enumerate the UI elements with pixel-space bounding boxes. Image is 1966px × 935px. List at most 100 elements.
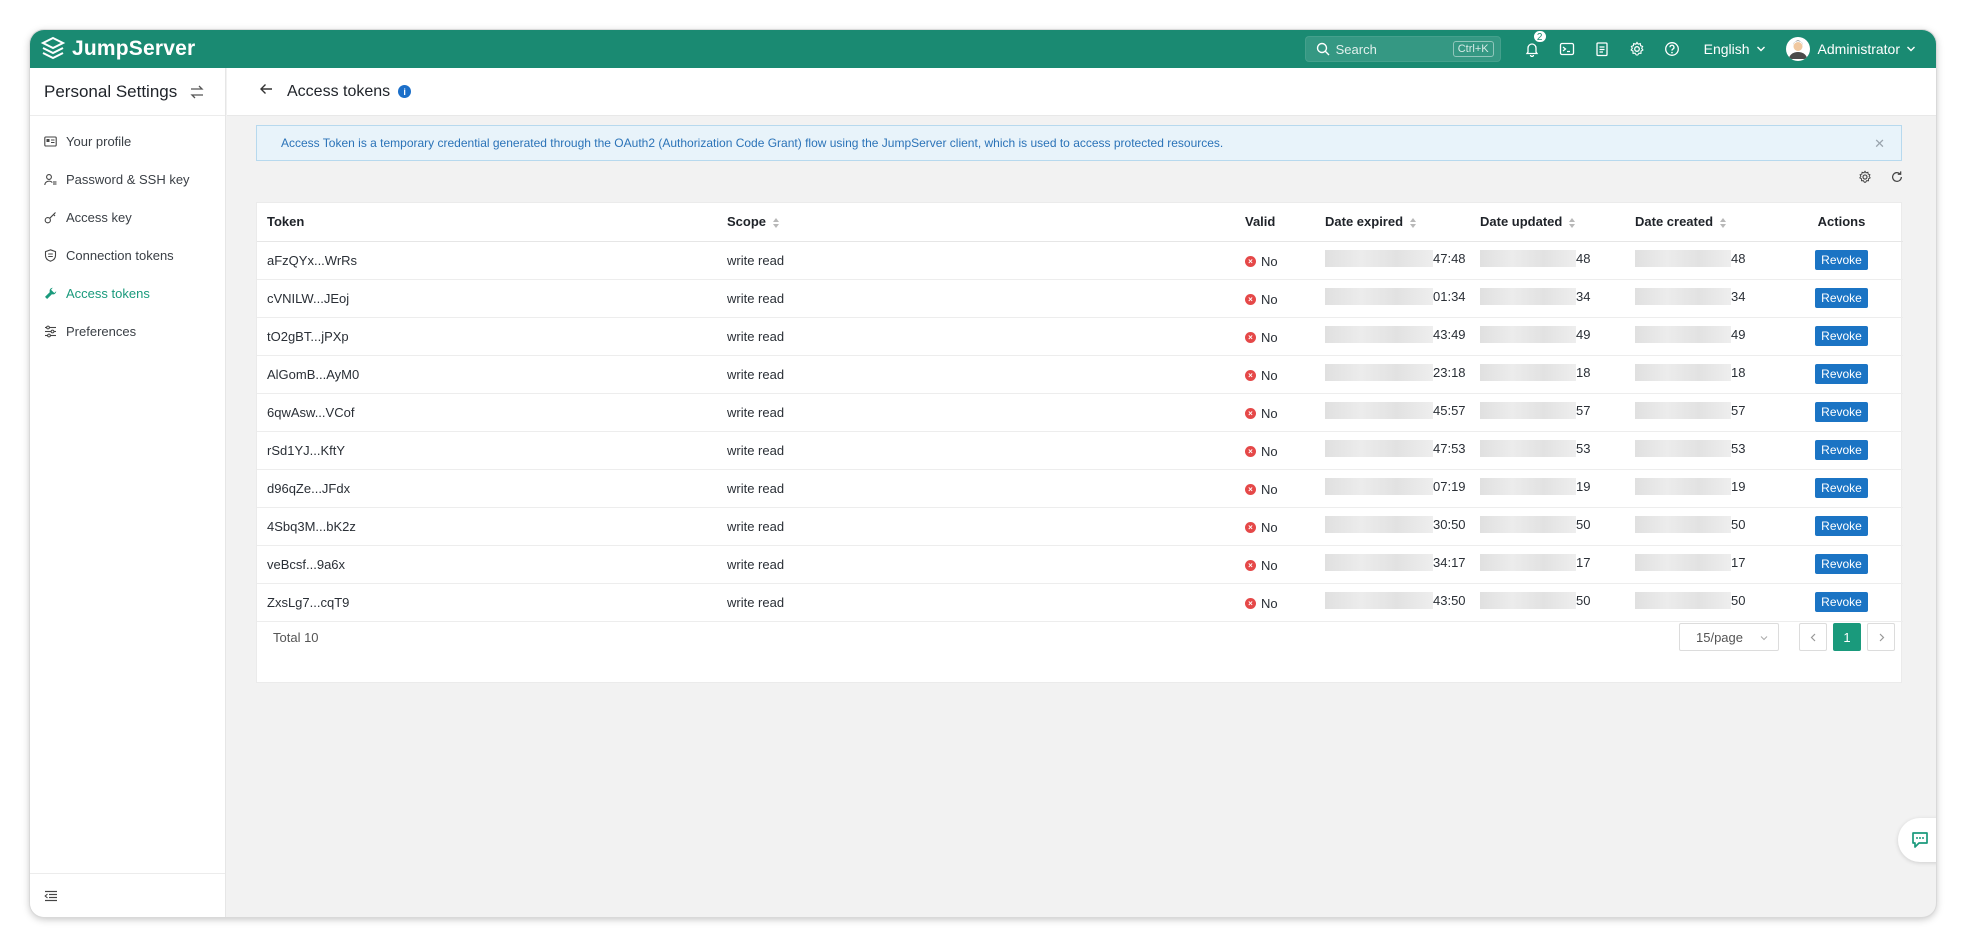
date-expired-value: 01:34 bbox=[1433, 289, 1466, 304]
info-icon[interactable]: i bbox=[398, 85, 412, 98]
token-cell: AlGomB...AyM0 bbox=[257, 355, 717, 394]
date-expired-cell: 30:50 bbox=[1315, 507, 1470, 546]
language-selector[interactable]: English bbox=[1704, 41, 1766, 57]
next-page-button[interactable] bbox=[1867, 623, 1895, 651]
settings-button[interactable] bbox=[1620, 30, 1655, 68]
column-label: Actions bbox=[1817, 214, 1866, 230]
back-button[interactable] bbox=[259, 82, 273, 101]
revoke-button[interactable]: Revoke bbox=[1815, 554, 1868, 574]
sidebar-item-preferences[interactable]: Preferences bbox=[30, 312, 225, 350]
user-menu[interactable]: Administrator bbox=[1785, 37, 1916, 61]
revoke-button[interactable]: Revoke bbox=[1815, 250, 1868, 270]
error-x-icon: × bbox=[1245, 559, 1256, 571]
token-value: AlGomB...AyM0 bbox=[267, 366, 360, 382]
revoke-button[interactable]: Revoke bbox=[1815, 326, 1868, 346]
sidebar-item-your-profile[interactable]: Your profile bbox=[30, 122, 225, 160]
column-label: Date created bbox=[1635, 214, 1714, 230]
help-button[interactable] bbox=[1655, 30, 1690, 68]
date-expired-value: 47:48 bbox=[1433, 251, 1466, 266]
revoke-button[interactable]: Revoke bbox=[1815, 364, 1868, 384]
revoke-button[interactable]: Revoke bbox=[1815, 592, 1868, 612]
date-expired-value: 07:19 bbox=[1433, 479, 1466, 494]
scope-cell: write read bbox=[717, 469, 1235, 508]
actions-cell: Revoke bbox=[1780, 279, 1903, 318]
gear-icon[interactable] bbox=[1858, 170, 1872, 184]
date-created-value: 18 bbox=[1731, 365, 1746, 380]
sliders-icon bbox=[45, 325, 56, 337]
column-header-scope[interactable]: Scope bbox=[717, 203, 1235, 242]
sidebar-item-password-ssh-key[interactable]: Password & SSH key bbox=[30, 160, 225, 198]
date-expired-cell: 45:57 bbox=[1315, 393, 1470, 432]
audit-button[interactable] bbox=[1585, 30, 1620, 68]
token-value: d96qZe...JFdx bbox=[267, 480, 351, 496]
token-cell: 6qwAsw...VCof bbox=[257, 393, 717, 432]
valid-cell: × No bbox=[1235, 545, 1315, 584]
redacted-block bbox=[1325, 592, 1433, 609]
sort-icon[interactable] bbox=[772, 217, 780, 229]
sort-icon[interactable] bbox=[1409, 217, 1417, 229]
date-expired-cell: 23:18 bbox=[1315, 355, 1470, 394]
column-header-date-created[interactable]: Date created bbox=[1625, 203, 1780, 242]
chat-assistant-button[interactable] bbox=[1898, 818, 1936, 862]
valid-cell: × No bbox=[1235, 279, 1315, 318]
date-updated-cell: 57 bbox=[1470, 393, 1625, 432]
redacted-block bbox=[1635, 288, 1731, 305]
error-x-icon: × bbox=[1245, 483, 1256, 495]
page-size-select[interactable]: 15/page bbox=[1679, 623, 1779, 651]
column-label: Date expired bbox=[1325, 214, 1404, 230]
scope-value: write read bbox=[727, 366, 785, 382]
redacted-block bbox=[1325, 250, 1433, 267]
sort-icon[interactable] bbox=[1719, 217, 1727, 229]
revoke-button[interactable]: Revoke bbox=[1815, 440, 1868, 460]
error-x-icon: × bbox=[1245, 369, 1256, 381]
date-updated-cell: 34 bbox=[1470, 279, 1625, 318]
actions-cell: Revoke bbox=[1780, 507, 1903, 546]
redacted-block bbox=[1480, 364, 1576, 381]
terminal-button[interactable] bbox=[1550, 30, 1585, 68]
brand[interactable]: JumpServer bbox=[40, 36, 195, 62]
scope-value: write read bbox=[727, 404, 785, 420]
revoke-button[interactable]: Revoke bbox=[1815, 478, 1868, 498]
revoke-button[interactable]: Revoke bbox=[1815, 516, 1868, 536]
date-expired-value: 45:57 bbox=[1433, 403, 1466, 418]
chevron-left-icon bbox=[1810, 633, 1815, 641]
redacted-block bbox=[1480, 326, 1576, 343]
date-updated-value: 19 bbox=[1576, 479, 1591, 494]
prev-page-button[interactable] bbox=[1799, 623, 1827, 651]
search-input[interactable]: Search Ctrl+K bbox=[1304, 36, 1501, 62]
actions-cell: Revoke bbox=[1780, 317, 1903, 356]
column-header-date-updated[interactable]: Date updated bbox=[1470, 203, 1625, 242]
revoke-button[interactable]: Revoke bbox=[1815, 402, 1868, 422]
chevron-right-icon bbox=[1879, 633, 1884, 641]
date-created-value: 17 bbox=[1731, 555, 1746, 570]
table-row: aFzQYx...WrRs write read × No 47:48 48 48 Revok… bbox=[257, 241, 1903, 280]
sidebar-item-access-key[interactable]: Access key bbox=[30, 198, 225, 236]
valid-value: No bbox=[1261, 329, 1278, 345]
swap-icon[interactable] bbox=[189, 84, 205, 100]
sidebar-collapse-button[interactable] bbox=[30, 873, 225, 917]
column-label: Date updated bbox=[1480, 214, 1563, 230]
revoke-button[interactable]: Revoke bbox=[1815, 288, 1868, 308]
date-created-cell: 53 bbox=[1625, 431, 1780, 470]
sidebar-item-access-tokens[interactable]: Access tokens bbox=[30, 274, 225, 312]
valid-value: No bbox=[1261, 291, 1278, 307]
date-expired-cell: 07:19 bbox=[1315, 469, 1470, 508]
refresh-icon[interactable] bbox=[1890, 170, 1904, 184]
redacted-block bbox=[1635, 516, 1731, 533]
scope-value: write read bbox=[727, 480, 785, 496]
notifications-button[interactable]: 2 bbox=[1515, 30, 1550, 68]
column-header-valid: Valid bbox=[1235, 203, 1315, 242]
sort-icon[interactable] bbox=[1568, 217, 1576, 229]
sidebar-item-connection-tokens[interactable]: Connection tokens bbox=[30, 236, 225, 274]
scope-cell: write read bbox=[717, 431, 1235, 470]
sidebar-item-label: Connection tokens bbox=[66, 247, 174, 263]
date-expired-value: 23:18 bbox=[1433, 365, 1466, 380]
redacted-block bbox=[1480, 478, 1576, 495]
scope-value: write read bbox=[727, 252, 785, 268]
column-header-date-expired[interactable]: Date expired bbox=[1315, 203, 1470, 242]
table-body: aFzQYx...WrRs write read × No 47:48 48 48 Revok… bbox=[257, 241, 1903, 622]
page-number[interactable]: 1 bbox=[1833, 623, 1861, 651]
close-icon[interactable]: ✕ bbox=[1874, 136, 1885, 152]
scope-cell: write read bbox=[717, 583, 1235, 622]
user-name: Administrator bbox=[1817, 41, 1900, 57]
